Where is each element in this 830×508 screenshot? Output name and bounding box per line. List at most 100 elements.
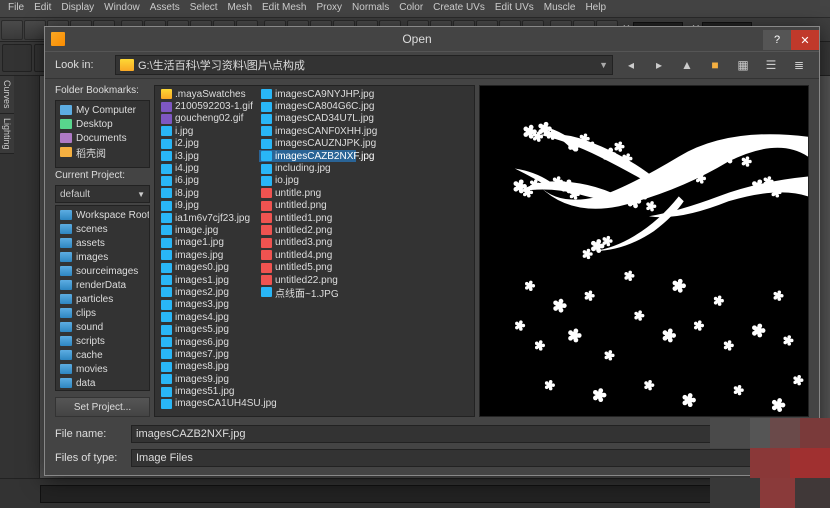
host-menu-item[interactable]: Help — [585, 2, 606, 15]
bookmark-item[interactable]: My Computer — [56, 103, 149, 117]
project-folder-item[interactable]: data — [56, 376, 149, 390]
file-item[interactable]: 点线面~1.JPG — [259, 286, 356, 298]
project-folder-item[interactable]: autosave — [56, 390, 149, 391]
file-item[interactable]: images1.jpg — [159, 274, 251, 286]
project-folder-item[interactable]: scenes — [56, 222, 149, 236]
nav-back-button[interactable]: ◂ — [621, 56, 641, 74]
nav-up-button[interactable]: ▲ — [677, 56, 697, 74]
file-item[interactable]: images2.jpg — [159, 286, 251, 298]
host-menu-item[interactable]: Edit — [34, 2, 51, 15]
file-item[interactable]: images4.jpg — [159, 311, 251, 323]
file-item[interactable]: images5.jpg — [159, 323, 251, 335]
file-item[interactable]: images8.jpg — [159, 361, 251, 373]
file-item[interactable]: image.jpg — [159, 224, 251, 236]
project-folder-item[interactable]: cache — [56, 348, 149, 362]
file-item[interactable]: i4.jpg — [159, 162, 251, 174]
file-item[interactable]: i3.jpg — [159, 150, 251, 162]
project-folder-item[interactable]: sound — [56, 320, 149, 334]
project-folder-item[interactable]: assets — [56, 236, 149, 250]
file-item[interactable]: images0.jpg — [159, 261, 251, 273]
file-item[interactable]: io.jpg — [259, 175, 356, 187]
file-item[interactable]: images3.jpg — [159, 299, 251, 311]
file-item[interactable]: i2.jpg — [159, 138, 251, 150]
file-item[interactable]: imagesCAD34U7L.jpg — [259, 113, 356, 125]
host-shelf-button[interactable] — [2, 44, 32, 72]
file-item[interactable]: 2100592203-1.gif — [159, 100, 251, 112]
bookmark-item[interactable]: 稻壳阅 — [56, 145, 149, 159]
file-item[interactable]: imagesCA9NYJHP.jpg — [259, 88, 356, 100]
file-item[interactable]: including.jpg — [259, 162, 356, 174]
file-name-input[interactable]: imagesCAZB2NXF.jpg — [131, 425, 809, 443]
project-folder-item[interactable]: Workspace Root — [56, 208, 149, 222]
file-item[interactable]: imagesCANF0XHH.jpg — [259, 125, 356, 137]
set-project-button[interactable]: Set Project... — [55, 397, 150, 417]
dialog-titlebar[interactable]: Open ? ✕ — [45, 27, 819, 51]
host-tool-button[interactable] — [24, 20, 46, 40]
file-item[interactable]: imagesCA804G6C.jpg — [259, 100, 356, 112]
file-item[interactable]: .mayaSwatches — [159, 88, 251, 100]
file-item[interactable]: i8.jpg — [159, 187, 251, 199]
host-left-tab[interactable]: Lighting — [0, 114, 14, 155]
help-button[interactable]: ? — [763, 30, 791, 50]
file-item[interactable]: images7.jpg — [159, 348, 251, 360]
files-of-type-select[interactable]: Image Files ▼ — [131, 449, 809, 467]
file-item[interactable]: images.jpg — [159, 249, 251, 261]
host-menu-item[interactable]: Muscle — [544, 2, 576, 15]
file-item[interactable]: untitled.png — [259, 200, 356, 212]
host-menu-item[interactable]: Normals — [352, 2, 389, 15]
file-item[interactable]: images9.jpg — [159, 373, 251, 385]
project-folder-item[interactable]: movies — [56, 362, 149, 376]
file-item[interactable]: i6.jpg — [159, 175, 251, 187]
host-menu-item[interactable]: Edit UVs — [495, 2, 534, 15]
file-item[interactable]: i9.jpg — [159, 200, 251, 212]
file-item[interactable]: ia1m6v7cjf23.jpg — [159, 212, 251, 224]
file-item[interactable]: imagesCAUZNJPK.jpg — [259, 138, 356, 150]
nav-forward-button[interactable]: ▸ — [649, 56, 669, 74]
view-details-button[interactable]: ≣ — [789, 56, 809, 74]
host-script-line[interactable] — [40, 485, 830, 503]
file-item[interactable]: untitled4.png — [259, 249, 356, 261]
project-folder-item[interactable]: images — [56, 250, 149, 264]
host-menu-item[interactable]: Create UVs — [433, 2, 485, 15]
new-folder-button[interactable]: ■ — [705, 56, 725, 74]
bookmark-item[interactable]: Desktop — [56, 117, 149, 131]
project-folder-item[interactable]: scripts — [56, 334, 149, 348]
host-menu-item[interactable]: Proxy — [316, 2, 342, 15]
close-button[interactable]: ✕ — [791, 30, 819, 50]
host-menu-item[interactable]: Window — [104, 2, 140, 15]
host-menu-item[interactable]: File — [8, 2, 24, 15]
file-list-pane[interactable]: .mayaSwatches2100592203-1.gifgoucheng02.… — [154, 85, 475, 417]
host-menu-item[interactable]: Assets — [150, 2, 180, 15]
host-menu-item[interactable]: Mesh — [228, 2, 252, 15]
project-folder-item[interactable]: renderData — [56, 278, 149, 292]
host-menu-item[interactable]: Color — [399, 2, 423, 15]
path-combo[interactable]: G:\生活百科\学习资料\图片\点构成 ▼ — [115, 55, 613, 75]
file-item[interactable]: untitled1.png — [259, 212, 356, 224]
host-menu-item[interactable]: Edit Mesh — [262, 2, 306, 15]
file-item[interactable]: images51.jpg — [159, 385, 251, 397]
host-menu-item[interactable]: Select — [190, 2, 218, 15]
file-item[interactable]: goucheng02.gif — [159, 113, 251, 125]
project-folder-item[interactable]: sourceimages — [56, 264, 149, 278]
project-select[interactable]: default ▼ — [55, 185, 150, 203]
host-menu-item[interactable]: Display — [61, 2, 94, 15]
chevron-down-icon[interactable]: ▼ — [599, 60, 608, 70]
file-item[interactable]: untitle.png — [259, 187, 356, 199]
view-list-button[interactable]: ☰ — [761, 56, 781, 74]
file-item[interactable]: untitled5.png — [259, 261, 356, 273]
file-item[interactable]: image1.jpg — [159, 237, 251, 249]
bookmark-item[interactable]: Documents — [56, 131, 149, 145]
bookmark-list[interactable]: My ComputerDesktopDocuments稻壳阅 — [55, 100, 150, 168]
file-item[interactable]: i.jpg — [159, 125, 251, 137]
host-tool-button[interactable] — [1, 20, 23, 40]
host-left-tab[interactable]: Curves — [0, 76, 14, 114]
view-icons-button[interactable]: ▦ — [733, 56, 753, 74]
project-folder-item[interactable]: clips — [56, 306, 149, 320]
file-item[interactable]: untitled2.png — [259, 224, 356, 236]
file-item[interactable]: imagesCA1UH4SU.jpg — [159, 398, 251, 410]
file-item[interactable]: imagesCAZB2NXF.jpg — [259, 150, 356, 162]
file-item[interactable]: untitled3.png — [259, 237, 356, 249]
project-folder-item[interactable]: particles — [56, 292, 149, 306]
file-item[interactable]: images6.jpg — [159, 336, 251, 348]
project-tree[interactable]: Workspace Rootscenesassetsimagessourceim… — [55, 205, 150, 391]
